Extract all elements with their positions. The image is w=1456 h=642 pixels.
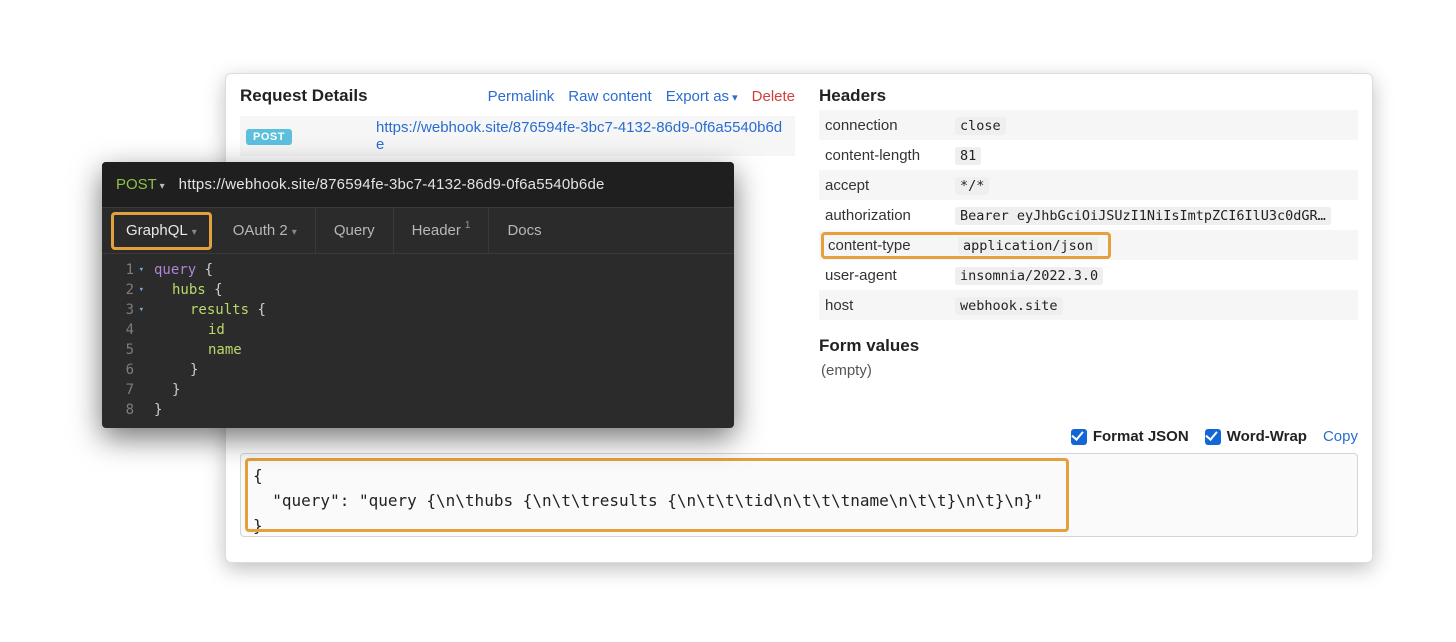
insomnia-tabs: GraphQL OAuth 2 Query Header1 Docs [102,208,734,254]
tab-oauth2[interactable]: OAuth 2 [215,208,316,253]
delete-link[interactable]: Delete [752,88,795,105]
line-gutter: 1 2 3 4 5 6 7 8 [110,260,144,420]
tab-header[interactable]: Header1 [394,208,490,253]
graphql-editor[interactable]: 1 2 3 4 5 6 7 8 query { hubs { results {… [102,254,734,420]
tab-query[interactable]: Query [316,208,394,253]
word-wrap-label: Word-Wrap [1227,428,1307,445]
checkbox-icon [1071,429,1087,445]
method-url-row: POST https://webhook.site/876594fe-3bc7-… [240,116,795,156]
insomnia-window: POST https://webhook.site/876594fe-3bc7-… [102,162,734,428]
form-values-empty: (empty) [819,362,1358,379]
header-row: host webhook.site [819,290,1358,320]
insomnia-url-bar: POST https://webhook.site/876594fe-3bc7-… [102,162,734,208]
raw-content-link[interactable]: Raw content [568,88,651,105]
header-row: accept */* [819,170,1358,200]
header-value: Bearer eyJhbGciOiJSUzI1NiIsImtpZCI6IlU3c… [955,207,1331,225]
format-json-label: Format JSON [1093,428,1189,445]
header-key: content-type [828,237,958,254]
request-url[interactable]: https://webhook.site/876594fe-3bc7-4132-… [376,119,789,153]
request-body: { "query": "query {\n\thubs {\n\t\tresul… [240,453,1358,537]
header-value: close [955,117,1006,135]
code-lines: query { hubs { results { id name } } } [144,260,266,420]
header-value: */* [955,177,989,195]
permalink-link[interactable]: Permalink [488,88,555,105]
header-row: authorization Bearer eyJhbGciOiJSUzI1NiI… [819,200,1358,230]
method-dropdown[interactable]: POST [116,176,165,193]
header-key: accept [825,177,955,194]
export-as-dropdown[interactable]: Export as [666,88,738,105]
headers-title: Headers [819,86,1358,106]
header-key: host [825,297,955,314]
header-row: user-agent insomnia/2022.3.0 [819,260,1358,290]
request-details-title: Request Details [240,86,368,106]
word-wrap-toggle[interactable]: Word-Wrap [1205,428,1307,445]
header-value: insomnia/2022.3.0 [955,267,1103,285]
header-key: content-length [825,147,955,164]
header-value: application/json [958,237,1098,255]
header-row-content-type: content-type application/json [819,230,1358,260]
form-values-title: Form values [819,336,1358,356]
tab-docs[interactable]: Docs [489,208,559,253]
checkbox-icon [1205,429,1221,445]
method-badge: POST [246,129,292,145]
header-row: content-length 81 [819,140,1358,170]
header-key: connection [825,117,955,134]
header-key: user-agent [825,267,955,284]
copy-link[interactable]: Copy [1323,428,1358,445]
header-key: authorization [825,207,955,224]
header-row: connection close [819,110,1358,140]
header-value: 81 [955,147,981,165]
tab-graphql[interactable]: GraphQL [111,212,212,250]
headers-column: Headers connection close content-length … [819,86,1358,406]
insomnia-url-input[interactable]: https://webhook.site/876594fe-3bc7-4132-… [179,176,605,193]
header-value: webhook.site [955,297,1063,315]
body-toolbar: Format JSON Word-Wrap Copy [240,428,1358,445]
format-json-toggle[interactable]: Format JSON [1071,428,1189,445]
